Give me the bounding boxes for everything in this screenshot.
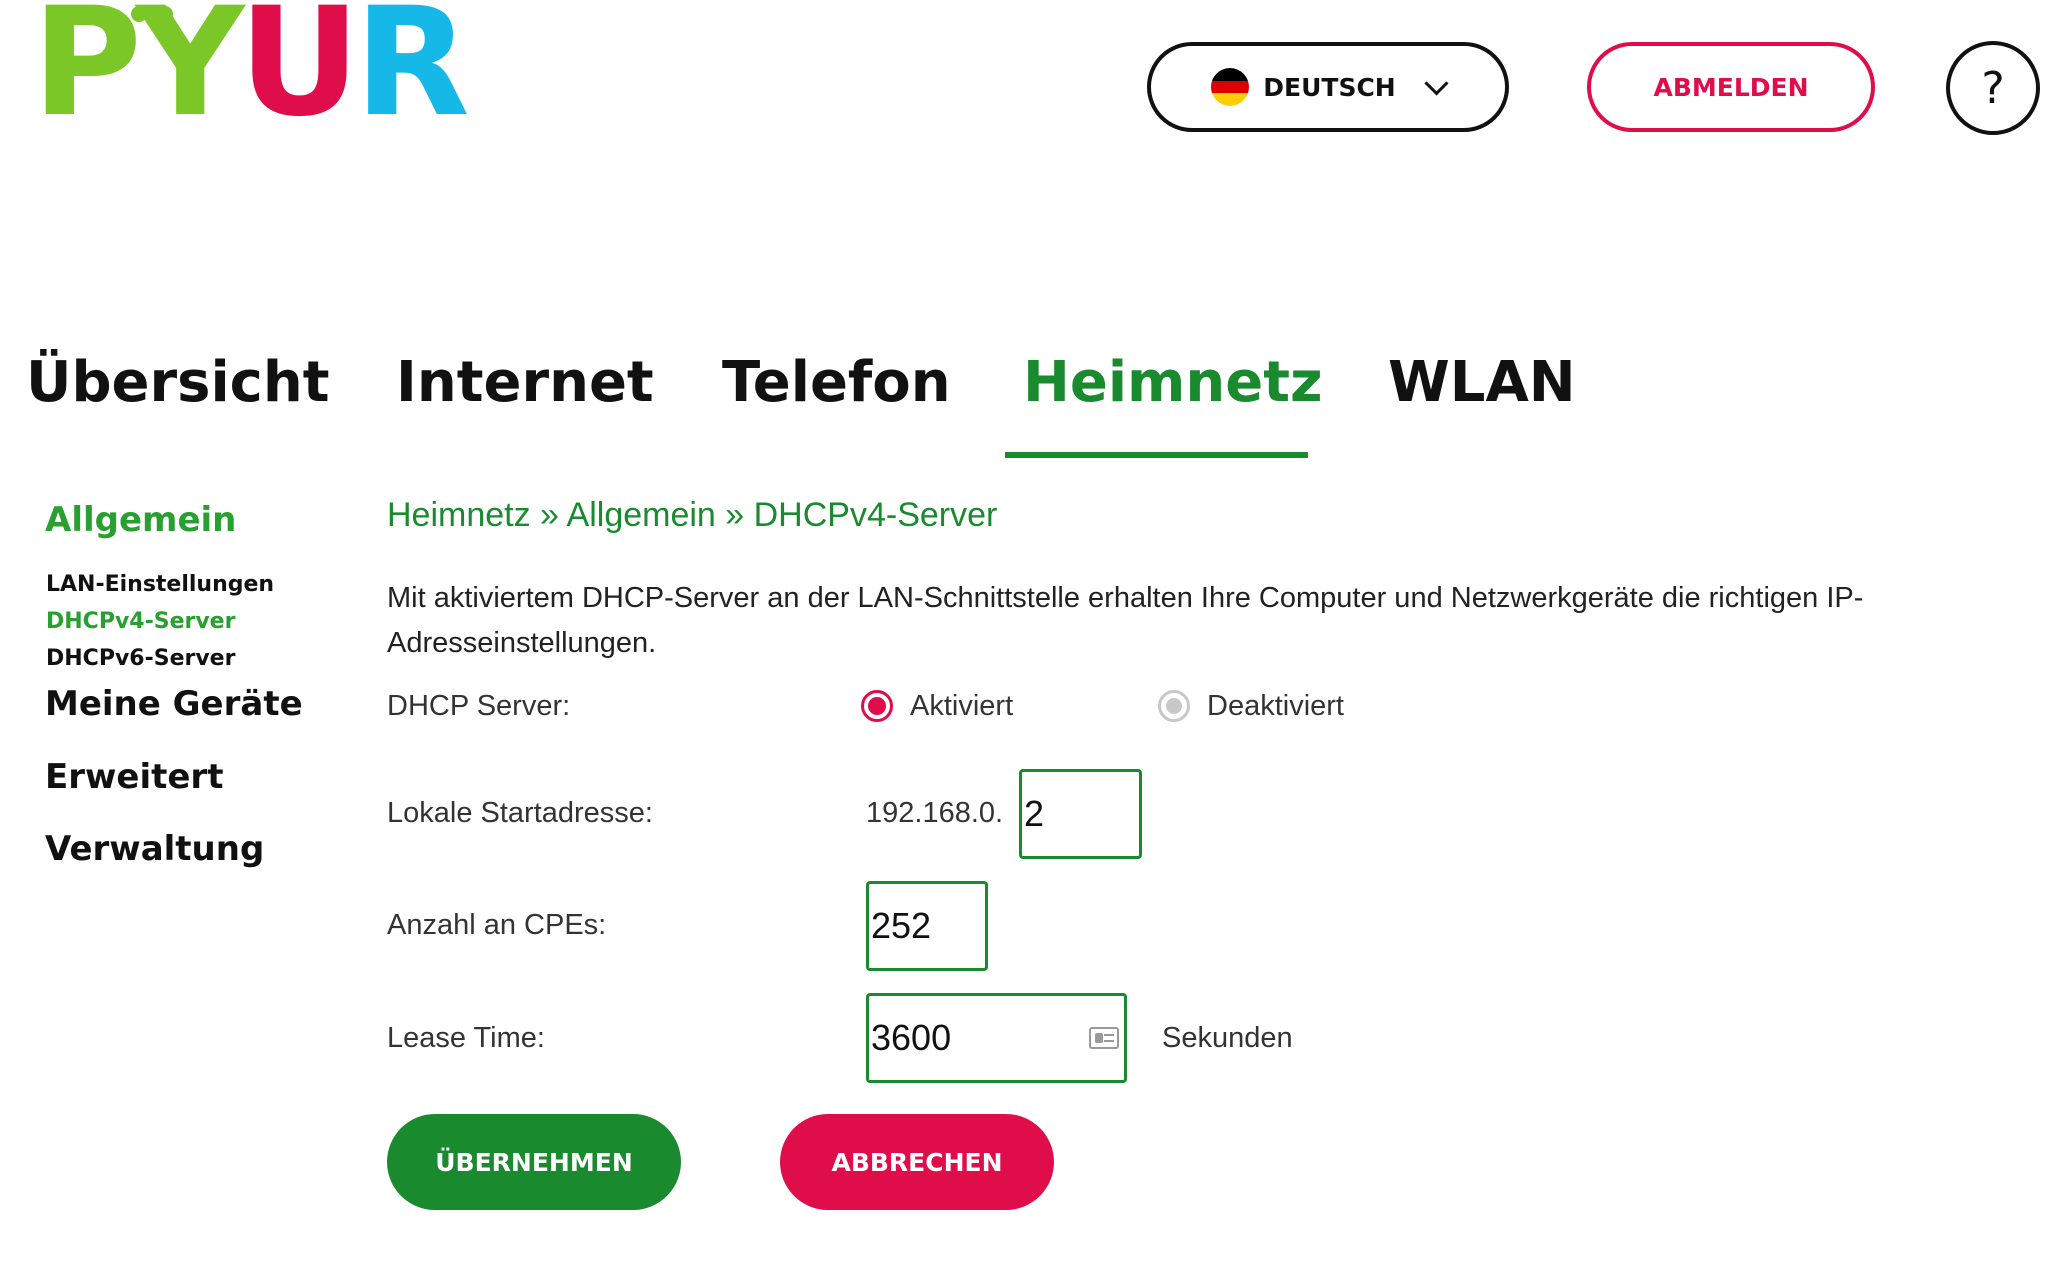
active-tab-indicator [1005,452,1308,458]
start-address-label: Lokale Startadresse: [387,797,653,829]
lease-time-unit: Sekunden [1162,1022,1293,1054]
dhcp-disabled-radio[interactable] [1158,690,1190,722]
sidebar-item-verwaltung[interactable]: Verwaltung [45,829,264,869]
cpe-count-label: Anzahl an CPEs: [387,909,607,941]
dhcp-disabled-label[interactable]: Deaktiviert [1207,690,1344,723]
sidebar-item-dhcpv6-server[interactable]: DHCPv6-Server [46,646,235,671]
pyur-logo: P Y U R [32,0,470,138]
contact-card-icon [1089,1027,1119,1049]
language-selector[interactable]: DEUTSCH [1147,42,1509,132]
germany-flag-icon [1211,68,1250,106]
logout-label: ABMELDEN [1653,72,1809,102]
start-address-prefix: 192.168.0. [866,797,1004,829]
dhcp-enabled-radio[interactable] [861,690,893,722]
logo-letter-r: R [354,0,469,150]
cancel-button-label: ABBRECHEN [831,1147,1003,1177]
tab-uebersicht[interactable]: Übersicht [26,350,330,415]
help-icon: ? [1981,62,2005,114]
apply-button[interactable]: ÜBERNEHMEN [387,1114,681,1210]
logo-letter-y: Y [135,0,245,150]
sidebar-item-dhcpv4-server[interactable]: DHCPv4-Server [46,609,235,634]
tab-telefon[interactable]: Telefon [722,350,951,415]
language-label: DEUTSCH [1263,72,1396,102]
apply-button-label: ÜBERNEHMEN [435,1147,633,1177]
tab-heimnetz[interactable]: Heimnetz [1023,350,1323,415]
help-button[interactable]: ? [1946,41,2040,135]
cpe-count-input[interactable] [866,881,988,971]
logo-letter-u: U [238,0,361,150]
sidebar-item-lan-einstellungen[interactable]: LAN-Einstellungen [46,572,274,597]
logout-button[interactable]: ABMELDEN [1587,42,1875,132]
breadcrumb: Heimnetz » Allgemein » DHCPv4-Server [387,496,998,534]
page-description: Mit aktiviertem DHCP-Server an der LAN-S… [387,582,1864,659]
cancel-button[interactable]: ABBRECHEN [780,1114,1054,1210]
start-address-input[interactable] [1019,769,1142,859]
lease-time-input[interactable] [866,993,1127,1083]
sidebar-item-meine-geraete[interactable]: Meine Geräte [45,684,303,724]
logo-letter-p: P [32,0,142,150]
dhcp-enabled-label[interactable]: Aktiviert [910,690,1013,723]
tab-internet[interactable]: Internet [396,350,654,415]
lease-time-label: Lease Time: [387,1022,545,1054]
chevron-down-icon [1424,70,1449,96]
sidebar-item-allgemein[interactable]: Allgemein [45,500,236,540]
tab-wlan[interactable]: WLAN [1388,350,1576,415]
dhcp-server-label: DHCP Server: [387,690,571,722]
sidebar-item-erweitert[interactable]: Erweitert [45,757,223,797]
